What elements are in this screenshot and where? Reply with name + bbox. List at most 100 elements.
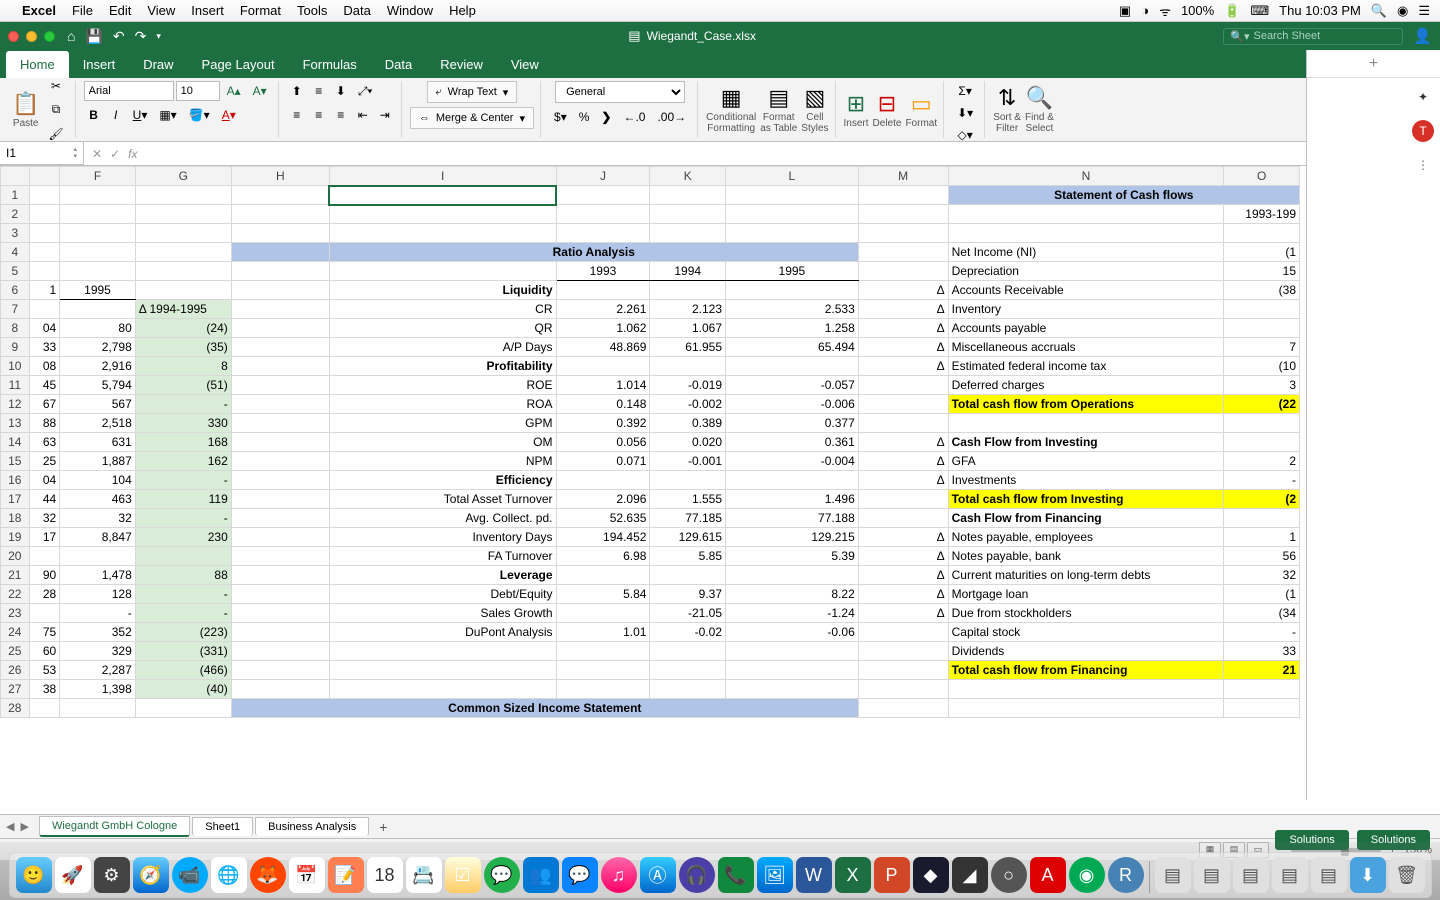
- cell[interactable]: [60, 186, 136, 205]
- italic-button[interactable]: I: [106, 105, 126, 125]
- cell[interactable]: Due from stockholders: [948, 604, 1224, 623]
- cell[interactable]: [135, 243, 231, 262]
- cell[interactable]: -: [135, 509, 231, 528]
- cell[interactable]: 1: [1224, 528, 1300, 547]
- spreadsheet[interactable]: F G H I J K L M N O 1Statement of Cash f…: [0, 166, 1440, 814]
- cell[interactable]: [329, 680, 556, 699]
- cell[interactable]: 0.020: [650, 433, 726, 452]
- cell[interactable]: 6.98: [556, 547, 650, 566]
- cell[interactable]: [858, 623, 948, 642]
- cell[interactable]: 2.123: [650, 300, 726, 319]
- cell[interactable]: 90: [29, 566, 60, 585]
- keyboard-icon[interactable]: ⌨: [1250, 3, 1269, 19]
- cell[interactable]: [948, 680, 1224, 699]
- cell[interactable]: 1.067: [650, 319, 726, 338]
- cell[interactable]: 330: [135, 414, 231, 433]
- cell[interactable]: [60, 224, 136, 243]
- cell[interactable]: Total cash flow from Financing: [948, 661, 1224, 680]
- percent-button[interactable]: %: [574, 107, 595, 127]
- cell[interactable]: [650, 642, 726, 661]
- cell[interactable]: 2: [1224, 452, 1300, 471]
- cell[interactable]: 1.01: [556, 623, 650, 642]
- fill-color-button[interactable]: 🪣▾: [184, 105, 215, 125]
- search-sheet[interactable]: 🔍▾ Search Sheet: [1223, 28, 1403, 45]
- fx-icon[interactable]: fx: [128, 147, 137, 161]
- cell[interactable]: 2,518: [60, 414, 136, 433]
- row-header[interactable]: 12: [1, 395, 30, 414]
- cell[interactable]: [29, 300, 60, 319]
- cell[interactable]: [948, 414, 1224, 433]
- cell[interactable]: [231, 262, 329, 281]
- tab-formulas[interactable]: Formulas: [289, 51, 371, 78]
- align-top-button[interactable]: ⬆: [287, 81, 307, 101]
- dock-podcast[interactable]: 🎧: [679, 857, 715, 893]
- cell[interactable]: Δ: [858, 528, 948, 547]
- name-box[interactable]: I1 ▴▾: [0, 142, 84, 165]
- cell[interactable]: 5.84: [556, 585, 650, 604]
- cell[interactable]: [231, 433, 329, 452]
- cell[interactable]: 08: [29, 357, 60, 376]
- cell[interactable]: [329, 661, 556, 680]
- fill-button[interactable]: ⬇▾: [952, 103, 978, 123]
- cell[interactable]: [135, 186, 231, 205]
- cell[interactable]: 2,916: [60, 357, 136, 376]
- cell[interactable]: 48.869: [556, 338, 650, 357]
- cell[interactable]: 60: [29, 642, 60, 661]
- cell[interactable]: [726, 205, 859, 224]
- cell[interactable]: Liquidity: [329, 281, 556, 300]
- cell[interactable]: 65.494: [726, 338, 859, 357]
- cell[interactable]: [650, 471, 726, 490]
- control-center-icon[interactable]: ☰: [1418, 3, 1430, 19]
- cell[interactable]: 8.22: [726, 585, 859, 604]
- cell[interactable]: -: [135, 604, 231, 623]
- cell[interactable]: 32: [60, 509, 136, 528]
- cell[interactable]: [858, 699, 948, 718]
- cell[interactable]: Inventory Days: [329, 528, 556, 547]
- cancel-formula-icon[interactable]: ✕: [92, 147, 102, 161]
- sheet-grid[interactable]: F G H I J K L M N O 1Statement of Cash f…: [0, 166, 1300, 718]
- cell[interactable]: [948, 224, 1224, 243]
- cell[interactable]: [726, 680, 859, 699]
- format-cells-button[interactable]: ▭Format: [905, 91, 937, 129]
- cell[interactable]: [231, 414, 329, 433]
- menu-tools[interactable]: Tools: [297, 3, 327, 18]
- dock-doc-4[interactable]: ▤: [1272, 857, 1308, 893]
- cell[interactable]: 162: [135, 452, 231, 471]
- col-header[interactable]: M: [858, 167, 948, 186]
- cell[interactable]: 2.533: [726, 300, 859, 319]
- col-header[interactable]: N: [948, 167, 1224, 186]
- cell[interactable]: [858, 490, 948, 509]
- row-header[interactable]: 3: [1, 224, 30, 243]
- bold-button[interactable]: B: [84, 105, 104, 125]
- row-header[interactable]: 10: [1, 357, 30, 376]
- dock-contacts[interactable]: 📇: [406, 857, 442, 893]
- dock-acrobat[interactable]: A: [1030, 857, 1066, 893]
- row-header[interactable]: 25: [1, 642, 30, 661]
- screen-mirror-icon[interactable]: ▣: [1119, 3, 1131, 19]
- sheet-tab-1[interactable]: Sheet1: [192, 817, 253, 836]
- app-menu[interactable]: Excel: [22, 3, 56, 18]
- menu-help[interactable]: Help: [449, 3, 476, 18]
- cell[interactable]: [231, 300, 329, 319]
- dock-music[interactable]: ♫: [601, 857, 637, 893]
- cell[interactable]: 1,398: [60, 680, 136, 699]
- increase-indent-button[interactable]: ⇥: [375, 105, 395, 125]
- cell[interactable]: Avg. Collect. pd.: [329, 509, 556, 528]
- cell[interactable]: 2,287: [60, 661, 136, 680]
- cell[interactable]: Δ 1994-1995: [135, 300, 231, 319]
- sync-icon[interactable]: ◑: [1141, 3, 1149, 18]
- row-header[interactable]: 15: [1, 452, 30, 471]
- cell[interactable]: [1224, 224, 1300, 243]
- extension-icon[interactable]: ✦: [1412, 86, 1434, 108]
- cell[interactable]: Leverage: [329, 566, 556, 585]
- home-icon[interactable]: ⌂: [67, 28, 75, 44]
- dock-doc-5[interactable]: ▤: [1311, 857, 1347, 893]
- wrap-text-button[interactable]: ⤶Wrap Text▾: [427, 81, 518, 103]
- dock-doc-1[interactable]: ▤: [1155, 857, 1191, 893]
- dock-powerpoint[interactable]: P: [874, 857, 910, 893]
- cell[interactable]: -: [1224, 623, 1300, 642]
- row-header[interactable]: 21: [1, 566, 30, 585]
- tab-insert[interactable]: Insert: [69, 51, 130, 78]
- cell[interactable]: FA Turnover: [329, 547, 556, 566]
- format-as-table-button[interactable]: ▤Format as Table: [760, 85, 797, 134]
